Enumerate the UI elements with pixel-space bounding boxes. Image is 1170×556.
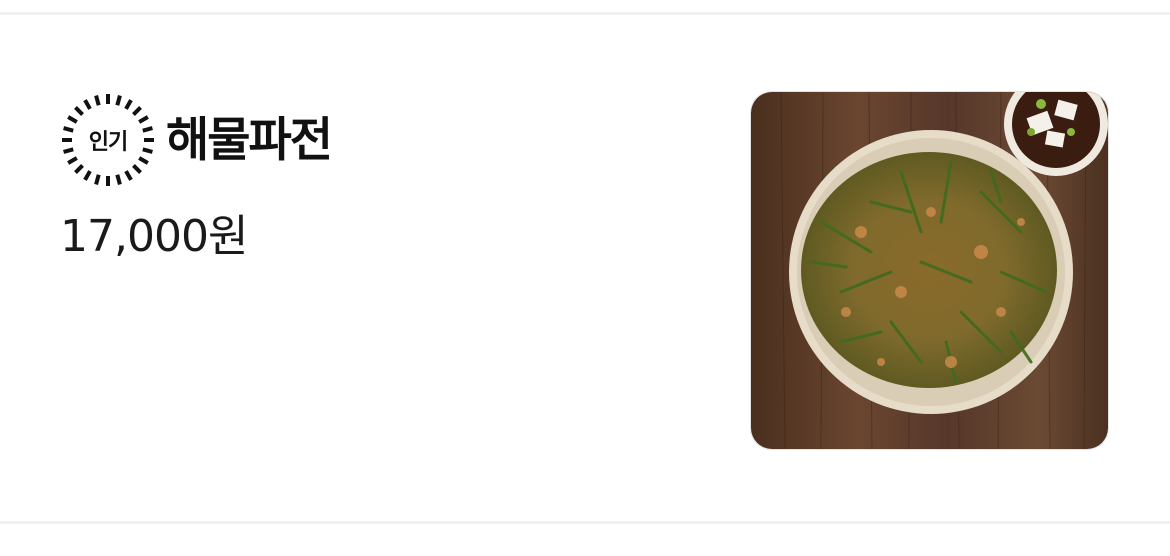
popular-badge-label: 인기 xyxy=(88,130,128,155)
seafood-pancake-photo[interactable] xyxy=(750,91,1109,450)
menu-item-price: 17,000원 xyxy=(60,211,248,262)
bottom-divider xyxy=(0,521,1170,524)
food-image xyxy=(751,92,1108,449)
popular-badge: 인기 xyxy=(60,92,156,188)
menu-item-name: 해물파전 xyxy=(166,112,333,168)
menu-item-title-row: 인기 해물파전 xyxy=(60,90,333,190)
top-divider xyxy=(0,0,1170,15)
